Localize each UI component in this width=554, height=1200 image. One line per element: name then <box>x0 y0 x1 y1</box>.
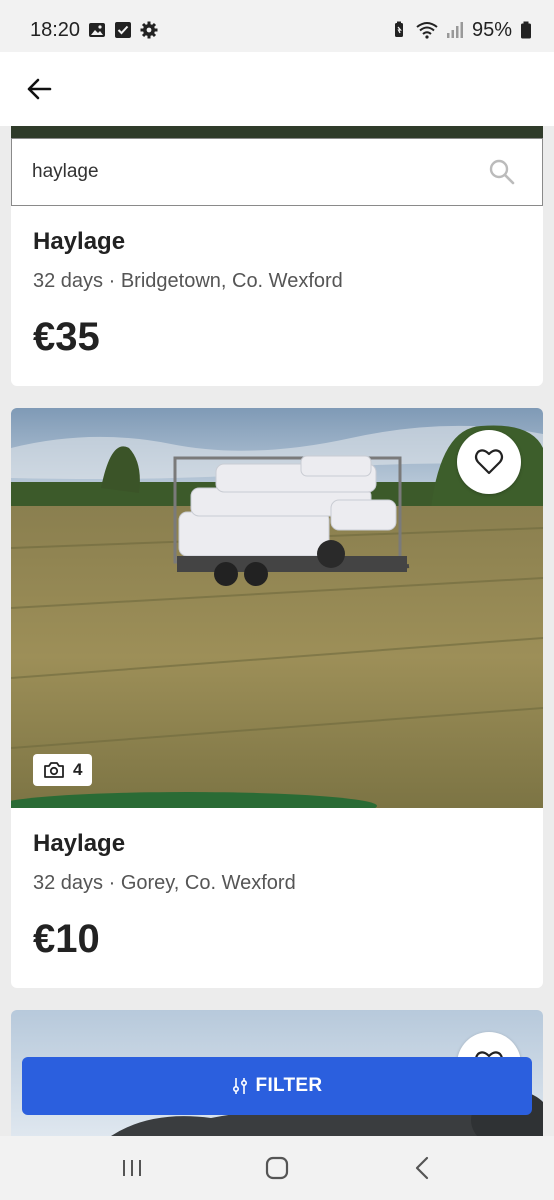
sliders-icon <box>232 1078 247 1094</box>
listing-title: Haylage <box>33 228 126 255</box>
listing-card[interactable]: Haylage 32 days · Gorey, Co. Wexford €10 <box>11 808 543 988</box>
listing-price: €35 <box>33 315 100 359</box>
gear-icon <box>140 21 158 39</box>
battery-percent: 95% <box>471 18 512 41</box>
previous-listing-photo-edge <box>11 126 543 138</box>
system-nav-bar <box>0 1136 554 1200</box>
recents-icon <box>123 1160 142 1176</box>
battery-saver-icon <box>394 21 403 37</box>
wifi-icon <box>416 22 438 39</box>
filter-button[interactable]: FILTER <box>22 1057 532 1115</box>
status-bar: 18:20 95% <box>0 0 554 60</box>
listing-title: Haylage <box>33 830 126 857</box>
arrow-left-icon <box>27 78 52 100</box>
battery-icon <box>521 21 531 39</box>
photo-count-badge: 4 <box>33 754 93 786</box>
status-left: 18:20 <box>30 19 158 42</box>
listing-feed[interactable]: haylage Haylage 32 days · Bridgetown, Co… <box>0 126 554 1136</box>
listing-price: €10 <box>33 917 100 961</box>
nav-back-icon <box>415 1156 428 1180</box>
status-right: 95% <box>390 19 532 42</box>
check-icon <box>115 22 132 38</box>
search-input[interactable]: haylage <box>32 161 99 183</box>
listing-meta: 32 days · Gorey, Co. Wexford <box>33 872 296 894</box>
listing-meta: 32 days · Bridgetown, Co. Wexford <box>33 270 343 292</box>
signal-icon <box>446 22 463 38</box>
camera-icon <box>44 762 64 778</box>
home-button[interactable] <box>247 1143 307 1193</box>
heart-icon <box>474 449 504 475</box>
nav-back-button[interactable] <box>392 1143 452 1193</box>
filter-label: FILTER <box>255 1075 323 1096</box>
favourite-button[interactable] <box>457 430 521 494</box>
search-field[interactable]: haylage <box>11 138 543 206</box>
search-icon[interactable] <box>488 158 516 186</box>
back-button[interactable] <box>24 74 54 104</box>
status-time: 18:20 <box>30 18 81 41</box>
recents-button[interactable] <box>102 1143 162 1193</box>
app-bar <box>0 52 554 126</box>
home-icon <box>265 1156 289 1180</box>
gallery-icon <box>89 23 106 37</box>
listing-photo[interactable]: 4 <box>11 408 543 808</box>
photo-count: 4 <box>73 760 83 779</box>
listing-card[interactable]: Haylage 32 days · Bridgetown, Co. Wexfor… <box>11 206 543 386</box>
